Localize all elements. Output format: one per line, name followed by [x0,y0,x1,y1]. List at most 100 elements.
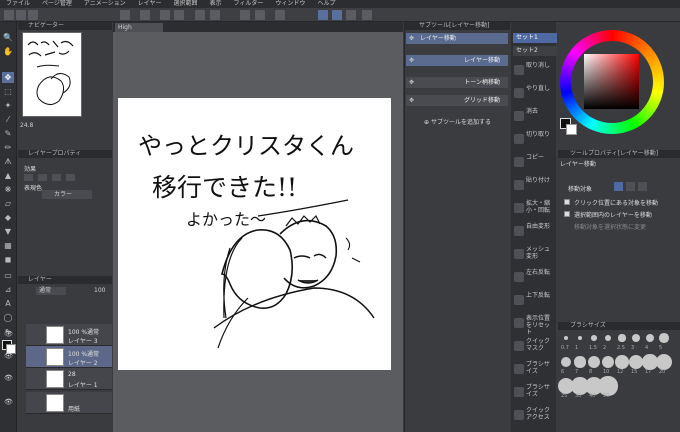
menu-item-5[interactable]: 表示 [204,0,228,8]
snap-grid-icon[interactable] [362,10,372,20]
subtool-item[interactable]: ✥ レイヤー移動 [406,55,508,66]
effect-icon-2[interactable] [38,174,47,181]
brush-size-dot[interactable] [618,334,626,342]
effect-icon-3[interactable] [52,174,61,181]
menu-item-7[interactable]: ウィンドウ [269,0,311,8]
figure-icon[interactable]: ◼ [2,254,14,265]
quick-access-item[interactable]: 切り取り [513,131,554,153]
effect-icon-1[interactable] [24,174,33,181]
quick-access-item[interactable]: メッシュ変形 [513,246,554,268]
quick-access-item[interactable]: クイックマスク [513,338,554,360]
zoom-slider[interactable]: 24.8 [20,122,110,130]
blend-mode-select[interactable]: 通常 [36,287,66,295]
eye-icon[interactable]: 👁 [4,374,14,382]
brush-size-dot[interactable] [574,356,586,368]
brush-size-dot[interactable] [591,335,597,341]
brush-icon[interactable]: ᗑ [2,156,14,167]
quick-access-item[interactable]: やり直し [513,85,554,107]
snap-special-icon[interactable] [346,10,356,20]
opacity-value[interactable]: 100 [94,287,112,295]
target-layer-icon[interactable] [614,182,623,191]
auto-select-icon[interactable]: ✦ [2,100,14,111]
ruler-tool-icon[interactable]: ⊿ [2,284,14,295]
target-tone-icon[interactable] [626,182,635,191]
quick-access-item[interactable]: ブラシサイズ [513,384,554,406]
layer-row[interactable]: 👁 28 レイヤー 1 [4,368,112,390]
select-icon[interactable]: ⬚ [2,86,14,97]
balloon-icon[interactable]: ◯ [2,312,14,323]
menu-item-6[interactable]: フィルター [228,0,270,8]
canvas-tab[interactable]: High [115,23,163,32]
layer-row[interactable]: 👁 用紙 [4,392,112,414]
navigator-thumbnail[interactable] [22,32,82,117]
eye-icon[interactable]: 👁 [4,398,14,406]
menu-item-3[interactable]: レイヤー [132,0,168,8]
gradient-icon[interactable]: ▦ [2,240,14,251]
decoration-icon[interactable]: ❋ [2,184,14,195]
quick-access-item[interactable]: 貼り付け [513,177,554,199]
brush-size-dot[interactable] [564,336,568,340]
quick-access-item[interactable]: 上下反転 [513,292,554,314]
menu-item-0[interactable]: ファイル [0,0,36,8]
eye-icon[interactable]: 👁 [4,352,14,360]
expression-color-select[interactable]: カラー [42,190,92,199]
new-file-icon[interactable] [4,10,14,20]
brush-size-dot[interactable] [615,355,629,369]
brush-size-dot[interactable] [659,333,669,343]
undo-icon[interactable] [160,10,170,20]
target-grid-icon[interactable] [638,182,647,191]
eyedropper-icon[interactable]: ⁄ [2,114,14,125]
menu-item-4[interactable]: 選択範囲 [168,0,204,8]
brush-size-dot[interactable] [656,354,672,370]
menu-item-1[interactable]: ページ管理 [36,0,78,8]
subtool-item[interactable]: ✥ トーン柄移動 [406,77,508,88]
quick-access-set[interactable]: セット2 [513,46,557,56]
pencil-icon[interactable]: ✏ [2,142,14,153]
text-icon[interactable]: A [2,298,14,309]
fill-bucket-icon[interactable]: ▼ [2,226,14,237]
quick-access-set[interactable]: セット1 [513,33,557,43]
quick-access-item[interactable]: クイックアクセス [513,407,554,429]
pen-icon[interactable]: ✎ [2,128,14,139]
quick-access-item[interactable]: 自由変形 [513,223,554,245]
quick-access-item[interactable]: コピー [513,154,554,176]
snap-ruler-icon[interactable] [332,10,342,20]
brush-size-dot[interactable] [588,356,600,368]
blend-icon[interactable]: ◆ [2,212,14,223]
layer-row[interactable]: 👁 100 %通常 レイヤー 2 [4,346,112,368]
open-file-icon[interactable] [16,10,26,20]
fill-icon[interactable] [240,10,250,20]
menu-item-8[interactable]: ヘルプ [311,0,341,8]
quick-access-item[interactable]: 左右反転 [513,269,554,291]
eraser-icon[interactable]: ▱ [2,198,14,209]
brush-size-dot[interactable] [632,334,640,342]
airbrush-icon[interactable]: ▲ [2,170,14,181]
quick-access-item[interactable]: ブラシサイズ [513,361,554,383]
clear-icon[interactable] [120,10,130,20]
clip-icon[interactable] [195,10,205,20]
subtool-group-layer-move[interactable]: ✥ レイヤー移動 [406,33,508,44]
sub-color[interactable] [566,124,577,135]
move-icon[interactable]: ✥ [2,72,14,83]
transform-icon[interactable] [255,10,265,20]
frame-icon[interactable]: ▭ [2,270,14,281]
settings-icon[interactable] [140,10,150,20]
eye-icon[interactable]: 👁 [4,330,14,338]
effect-icon-4[interactable] [66,174,75,181]
quick-access-item[interactable]: 拡大・縮小・回転 [513,200,554,222]
canvas-paper[interactable]: やっとクリスタくん 移行できた!! よかった〜 [118,98,391,370]
quick-access-item[interactable]: 消去 [513,108,554,130]
add-subtool-button[interactable]: ⊕ サブツールを追加する [424,117,491,126]
option-checkbox-2[interactable] [564,211,570,217]
rotate-icon[interactable] [210,10,220,20]
menu-item-2[interactable]: アニメーション [78,0,132,8]
redo-icon[interactable] [174,10,184,20]
option-checkbox-1[interactable] [564,199,570,205]
ruler-icon[interactable] [318,10,328,20]
zoom-icon[interactable]: 🔍 [2,32,14,43]
layer-row[interactable]: 👁 100 %通常 レイヤー 3 [4,324,112,346]
grid-icon[interactable] [275,10,285,20]
save-icon[interactable] [28,10,38,20]
quick-access-item[interactable]: 取り消し [513,62,554,84]
quick-access-item[interactable]: 表示位置をリセット [513,315,554,337]
